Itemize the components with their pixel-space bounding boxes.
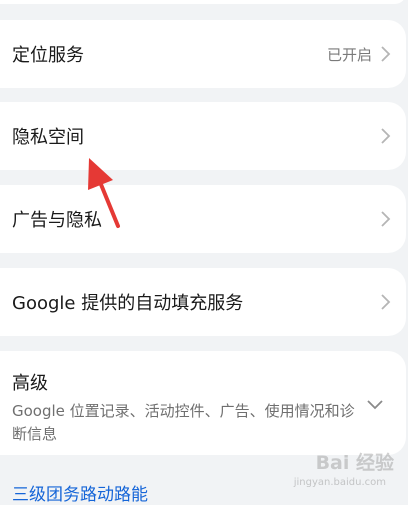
chevron-right-icon	[378, 44, 392, 64]
advanced-subtitle: Google 位置记录、活动控件、广告、使用情况和诊断信息	[12, 402, 355, 443]
chevron-right-icon	[378, 126, 392, 146]
ads-privacy-label: 广告与隐私	[12, 210, 102, 231]
location-status: 已开启	[326, 45, 372, 64]
settings-item-advanced[interactable]: 高级 Google 位置记录、活动控件、广告、使用情况和诊断信息	[0, 351, 406, 455]
advanced-title: 高级	[12, 373, 48, 394]
bottom-link[interactable]: 三级团务路动路能	[12, 480, 148, 505]
previous-card	[0, 0, 406, 4]
chevron-right-icon	[378, 209, 392, 229]
chevron-down-icon[interactable]	[366, 397, 384, 416]
settings-item-autofill[interactable]: Google 提供的自动填充服务	[0, 268, 406, 336]
watermark-url: jingyan.baidu.com	[293, 477, 386, 488]
autofill-label: Google 提供的自动填充服务	[12, 293, 244, 314]
settings-item-private-space[interactable]: 隐私空间	[0, 102, 406, 170]
location-label: 定位服务	[12, 45, 84, 66]
settings-item-location[interactable]: 定位服务 已开启	[0, 20, 406, 88]
settings-item-ads-privacy[interactable]: 广告与隐私	[0, 185, 406, 253]
watermark-logo: Bai 经验	[315, 452, 394, 474]
private-space-label: 隐私空间	[12, 127, 84, 148]
chevron-right-icon	[378, 292, 392, 312]
